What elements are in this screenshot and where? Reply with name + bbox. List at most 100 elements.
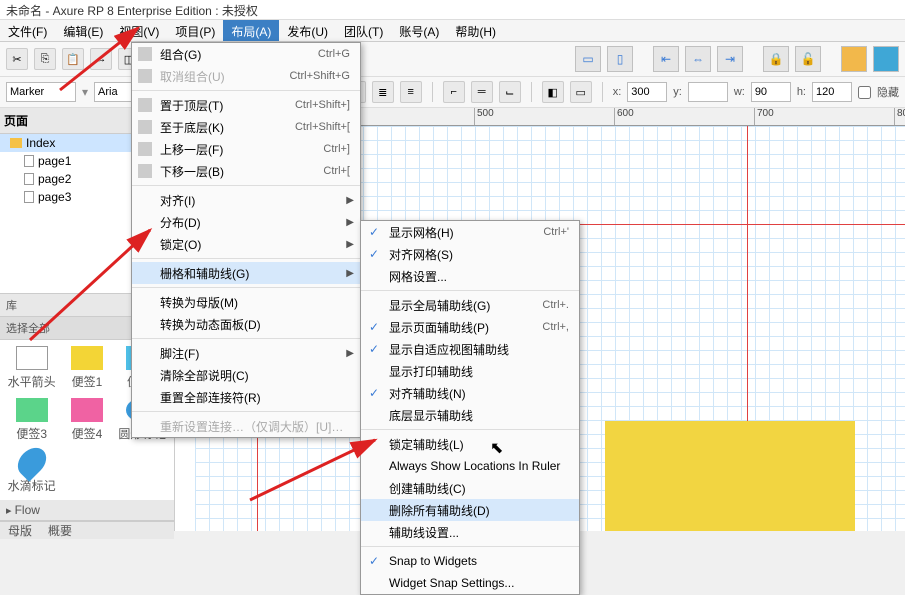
menu-1[interactable]: 编辑(E)	[55, 20, 111, 41]
hidden-label: 隐藏	[877, 84, 899, 100]
menu-item[interactable]: 创建辅助线(C)	[361, 477, 579, 499]
menu-item[interactable]: 上移一层(F)Ctrl+]	[132, 138, 360, 160]
menu-shortcut: Ctrl+,	[542, 321, 569, 333]
menu-item[interactable]: Always Show Locations In Ruler	[361, 455, 579, 477]
menu-item[interactable]: ✓对齐辅助线(N)	[361, 382, 579, 404]
menu-6[interactable]: 团队(T)	[336, 20, 391, 41]
menu-item[interactable]: 置于顶层(T)Ctrl+Shift+]	[132, 94, 360, 116]
text-align-right-icon[interactable]: ≡	[400, 81, 422, 103]
valign-top-icon[interactable]: ⌐	[443, 81, 465, 103]
menu-item[interactable]: 锁定(O)▶	[132, 233, 360, 255]
check-icon: ✓	[369, 320, 379, 334]
menu-item-label: 显示自适应视图辅助线	[389, 341, 509, 358]
valign-mid-icon[interactable]: ═	[471, 81, 493, 103]
menu-item[interactable]: 转换为动态面板(D)	[132, 313, 360, 335]
menu-separator	[132, 258, 360, 259]
y-input[interactable]	[688, 82, 728, 102]
menu-item[interactable]: ✓Snap to Widgets	[361, 550, 579, 572]
palette1-icon[interactable]	[841, 46, 867, 72]
menu-item-label: 清除全部说明(C)	[160, 367, 249, 384]
menu-item[interactable]: 下移一层(B)Ctrl+[	[132, 160, 360, 182]
menu-item[interactable]: 显示全局辅助线(G)Ctrl+.	[361, 294, 579, 316]
menu-item[interactable]: 栅格和辅助线(G)▶	[132, 262, 360, 284]
menu-2[interactable]: 视图(V)	[111, 20, 167, 41]
x-input[interactable]	[627, 82, 667, 102]
menu-item-label: 对齐辅助线(N)	[389, 385, 466, 402]
font-family-input[interactable]	[6, 82, 76, 102]
menu-4[interactable]: 布局(A)	[223, 20, 279, 41]
align-height-icon[interactable]: ▯	[607, 46, 633, 72]
text-align-center-icon[interactable]: ≣	[372, 81, 394, 103]
tool-paste-icon[interactable]: 📋	[62, 48, 84, 70]
menu-glyph-icon	[138, 120, 152, 134]
menu-item-label: 显示全局辅助线(G)	[389, 297, 490, 314]
menu-7[interactable]: 账号(A)	[391, 20, 447, 41]
check-icon: ✓	[369, 225, 379, 239]
menu-shortcut: Ctrl+[	[323, 165, 350, 177]
menu-item[interactable]: ✓显示网格(H)Ctrl+'	[361, 221, 579, 243]
y-label: y:	[673, 86, 682, 98]
menu-item[interactable]: 至于底层(K)Ctrl+Shift+[	[132, 116, 360, 138]
fill-icon[interactable]: ◧	[542, 81, 564, 103]
menu-item[interactable]: 底层显示辅助线	[361, 404, 579, 426]
menu-item-label: 转换为动态面板(D)	[160, 316, 261, 333]
menu-item[interactable]: 显示打印辅助线	[361, 360, 579, 382]
w-input[interactable]	[751, 82, 791, 102]
align-left-icon[interactable]: ⇤	[653, 46, 679, 72]
lib-item-green[interactable]: 便签3	[6, 398, 57, 442]
menu-3[interactable]: 项目(P)	[167, 20, 223, 41]
menu-item[interactable]: ✓对齐网格(S)	[361, 243, 579, 265]
menu-item[interactable]: 分布(D)▶	[132, 211, 360, 233]
lib-item-yellow[interactable]: 便签1	[61, 346, 112, 390]
menu-item[interactable]: ✓ 显示自适应视图辅助线	[361, 338, 579, 360]
menu-item[interactable]: 脚注(F)▶	[132, 342, 360, 364]
menu-item[interactable]: 网格设置...	[361, 265, 579, 287]
align-width-icon[interactable]: ▭	[575, 46, 601, 72]
shape-pink-icon	[71, 398, 103, 422]
check-icon: ✓	[369, 342, 379, 356]
menu-separator	[361, 290, 579, 291]
menu-item[interactable]: 对齐(I)▶	[132, 189, 360, 211]
unlock-icon[interactable]: 🔓	[795, 46, 821, 72]
border-icon[interactable]: ▭	[570, 81, 592, 103]
hidden-checkbox[interactable]	[858, 86, 871, 99]
menu-item[interactable]: 锁定辅助线(L)	[361, 433, 579, 455]
align-right-icon[interactable]: ⇥	[717, 46, 743, 72]
align-center-icon[interactable]: ⇔	[685, 46, 711, 72]
menu-shortcut: Ctrl+Shift+[	[295, 121, 350, 133]
menu-item[interactable]: 辅助线设置...	[361, 521, 579, 543]
pages-tab[interactable]: 页面	[4, 112, 28, 129]
menu-item-label: 组合(G)	[160, 46, 201, 63]
h-input[interactable]	[812, 82, 852, 102]
flow-section[interactable]: ▸ Flow	[0, 500, 174, 521]
menu-item[interactable]: 清除全部说明(C)	[132, 364, 360, 386]
h-label: h:	[797, 86, 806, 98]
page-icon	[24, 191, 34, 203]
menu-item[interactable]: 转换为母版(M)	[132, 291, 360, 313]
menu-item[interactable]: 删除所有辅助线(D)	[361, 499, 579, 521]
tool-copy-icon[interactable]: ⎘	[34, 48, 56, 70]
window-title: 未命名 - Axure RP 8 Enterprise Edition : 未授…	[0, 0, 905, 20]
menu-shortcut: Ctrl+G	[318, 48, 350, 60]
lib-item-pink[interactable]: 便签4	[61, 398, 112, 442]
menu-5[interactable]: 发布(U)	[279, 20, 336, 41]
menu-item[interactable]: 组合(G) Ctrl+G	[132, 43, 360, 65]
menu-separator	[132, 338, 360, 339]
valign-bot-icon[interactable]: ⌙	[499, 81, 521, 103]
tool-select-icon[interactable]: ↔	[90, 48, 112, 70]
menu-item[interactable]: ✓显示页面辅助线(P)Ctrl+,	[361, 316, 579, 338]
menu-item-label: 分布(D)	[160, 214, 201, 231]
menu-separator	[132, 185, 360, 186]
palette2-icon[interactable]	[873, 46, 899, 72]
lib-item-arrow[interactable]: 水平箭头	[6, 346, 57, 390]
menu-8[interactable]: 帮助(H)	[447, 20, 504, 41]
lock-icon[interactable]: 🔒	[763, 46, 789, 72]
menu-item[interactable]: 重置全部连接符(R)	[132, 386, 360, 408]
left-status: 母版 概要	[0, 521, 174, 539]
menu-item-label: 上移一层(F)	[160, 141, 223, 158]
tool-cut-icon[interactable]: ✂	[6, 48, 28, 70]
menu-0[interactable]: 文件(F)	[0, 20, 55, 41]
widget-rectangle[interactable]	[605, 421, 855, 531]
lib-item-drop[interactable]: 水滴标记	[6, 450, 57, 494]
menu-item[interactable]: Widget Snap Settings...	[361, 572, 579, 594]
